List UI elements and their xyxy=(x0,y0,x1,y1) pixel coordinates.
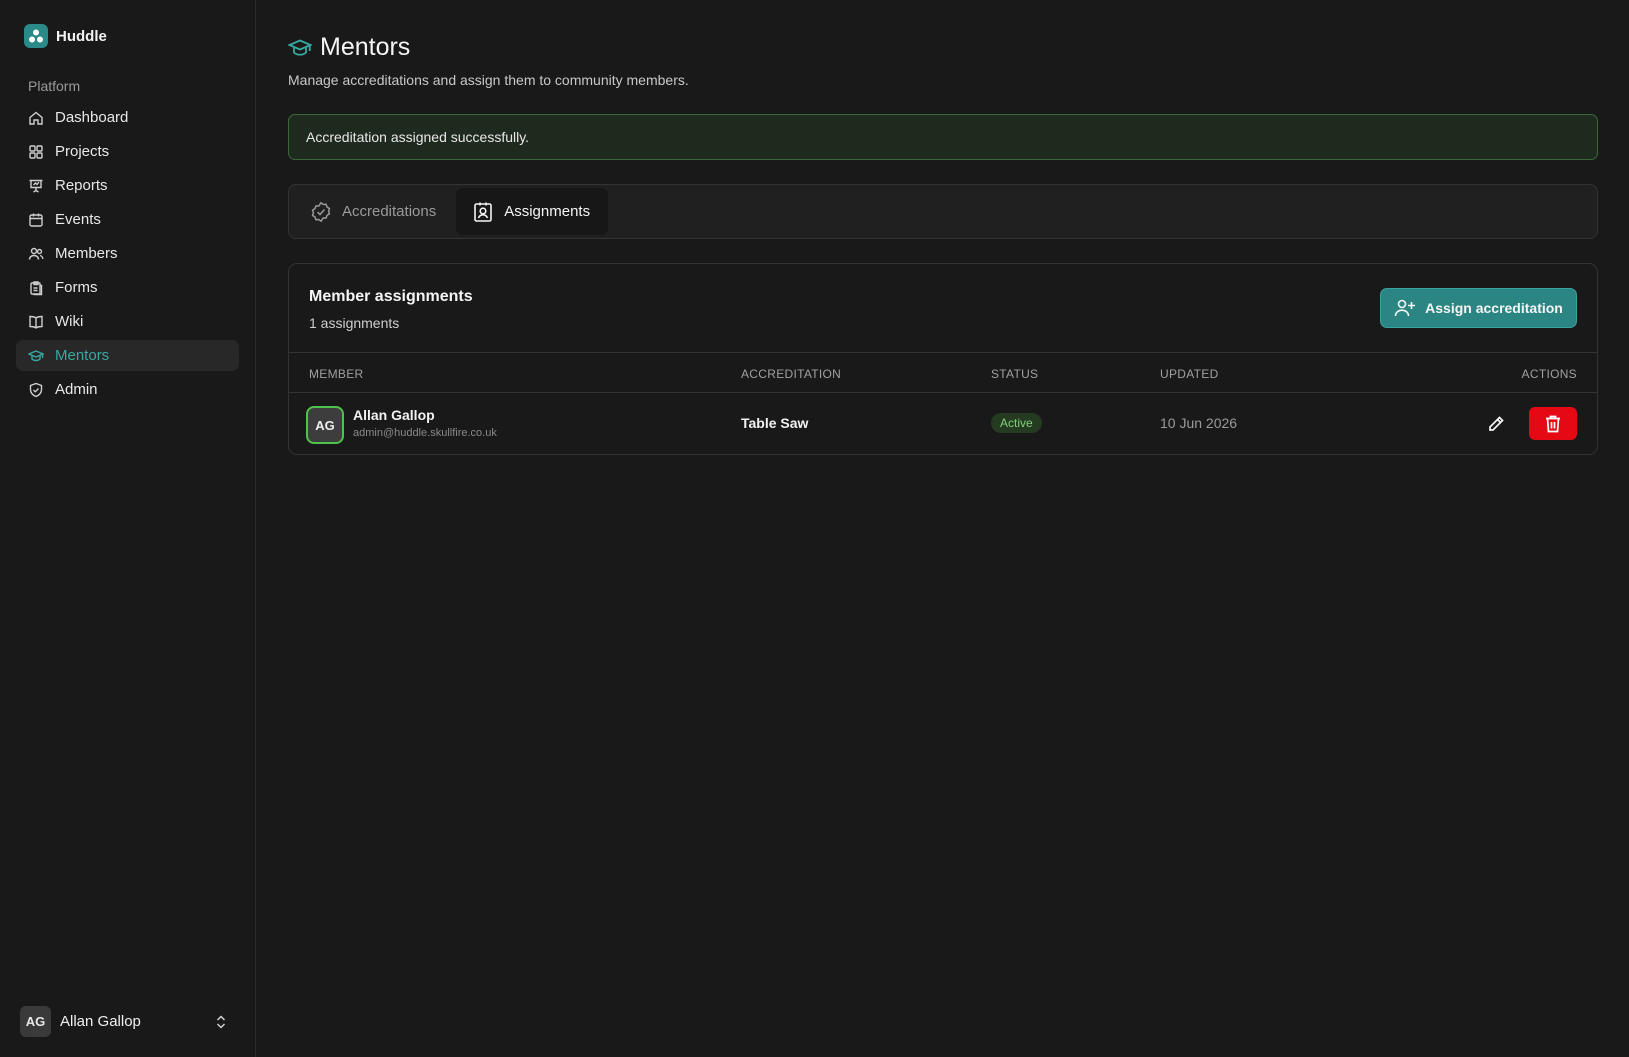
sidebar-nav: Dashboard Projects Reports Events Member… xyxy=(16,102,239,408)
app-name: Huddle xyxy=(56,27,107,45)
chevrons-up-down-icon[interactable] xyxy=(214,1014,228,1030)
avatar: AG xyxy=(20,1006,51,1037)
updated-date: 10 Jun 2026 xyxy=(1160,415,1238,431)
sidebar-item-label: Wiki xyxy=(55,313,84,330)
book-icon xyxy=(29,315,43,329)
tab-label: Accreditations xyxy=(342,203,437,220)
card-title: Member assignments xyxy=(309,288,473,305)
sidebar-item-events[interactable]: Events xyxy=(16,204,239,235)
sidebar-item-members[interactable]: Members xyxy=(16,238,239,269)
member-name: Allan Gallop xyxy=(353,407,435,423)
sidebar-item-label: Forms xyxy=(55,279,98,296)
sidebar-item-label: Admin xyxy=(55,381,98,398)
contact-badge-icon xyxy=(474,202,493,222)
column-header-status: STATUS xyxy=(991,367,1039,381)
status-badge: Active xyxy=(991,413,1042,433)
brand[interactable]: Huddle xyxy=(24,24,107,48)
assign-button-label: Assign accreditation xyxy=(1425,300,1563,316)
sidebar-item-projects[interactable]: Projects xyxy=(16,136,239,167)
edit-button[interactable] xyxy=(1481,409,1511,439)
assignment-count: 1 assignments xyxy=(309,315,400,331)
grid-icon xyxy=(29,144,43,159)
calendar-icon xyxy=(29,213,43,227)
avatar: AG xyxy=(306,406,344,444)
column-header-updated: UPDATED xyxy=(1160,367,1219,381)
page-header: Mentors xyxy=(288,33,410,62)
sidebar-item-label: Reports xyxy=(55,177,108,194)
assignments-card: Member assignments 1 assignments Assign … xyxy=(288,263,1598,455)
column-header-actions: ACTIONS xyxy=(1521,367,1577,381)
delete-button[interactable] xyxy=(1529,407,1577,440)
table-header: MEMBER ACCREDITATION STATUS UPDATED ACTI… xyxy=(289,352,1597,393)
graduation-cap-icon xyxy=(288,39,312,56)
sidebar-item-mentors[interactable]: Mentors xyxy=(16,340,239,371)
presentation-icon xyxy=(29,179,43,193)
member-email: admin@huddle.skullfire.co.uk xyxy=(353,427,497,439)
tab-label: Assignments xyxy=(504,203,591,220)
sidebar-item-label: Mentors xyxy=(55,347,110,364)
sidebar-item-label: Members xyxy=(55,245,118,262)
huddle-logo-icon xyxy=(24,24,48,48)
user-menu[interactable]: AG Allan Gallop xyxy=(20,1006,236,1037)
sidebar-item-label: Events xyxy=(55,211,101,228)
tab-assignments[interactable]: Assignments xyxy=(456,188,609,235)
graduation-cap-icon xyxy=(28,349,44,361)
tab-accreditations[interactable]: Accreditations xyxy=(294,188,454,235)
sidebar: Huddle Platform Dashboard Projects Repor… xyxy=(0,0,256,1057)
shield-icon xyxy=(29,382,43,397)
sidebar-item-wiki[interactable]: Wiki xyxy=(16,306,239,337)
accreditation-name: Table Saw xyxy=(741,415,809,431)
sidebar-item-dashboard[interactable]: Dashboard xyxy=(16,102,239,133)
alert-message: Accreditation assigned successfully. xyxy=(306,129,530,145)
success-alert: Accreditation assigned successfully. xyxy=(288,114,1598,160)
user-name: Allan Gallop xyxy=(60,1013,141,1030)
page-title: Mentors xyxy=(320,33,411,61)
sidebar-item-label: Projects xyxy=(55,143,110,160)
home-icon xyxy=(29,111,43,125)
table-row: AG Allan Gallop admin@huddle.skullfire.c… xyxy=(289,393,1597,455)
clipboard-icon xyxy=(30,280,43,295)
main-content: Mentors Manage accreditations and assign… xyxy=(256,0,1629,1057)
sidebar-item-label: Dashboard xyxy=(55,109,129,126)
column-header-accreditation: ACCREDITATION xyxy=(741,367,842,381)
badge-check-icon xyxy=(311,201,331,222)
trash-icon xyxy=(1546,415,1560,432)
sidebar-item-forms[interactable]: Forms xyxy=(16,272,239,303)
pencil-icon xyxy=(1489,416,1504,431)
sidebar-item-admin[interactable]: Admin xyxy=(16,374,239,405)
user-plus-icon xyxy=(1394,299,1416,317)
sidebar-item-reports[interactable]: Reports xyxy=(16,170,239,201)
app-root: Huddle Platform Dashboard Projects Repor… xyxy=(0,0,1629,1057)
column-header-member: MEMBER xyxy=(309,367,364,381)
tab-list: Accreditations Assignments xyxy=(288,184,1598,239)
users-icon xyxy=(28,247,44,260)
page-subtitle: Manage accreditations and assign them to… xyxy=(288,72,689,88)
nav-group-label: Platform xyxy=(28,78,81,94)
assign-accreditation-button[interactable]: Assign accreditation xyxy=(1380,288,1577,328)
